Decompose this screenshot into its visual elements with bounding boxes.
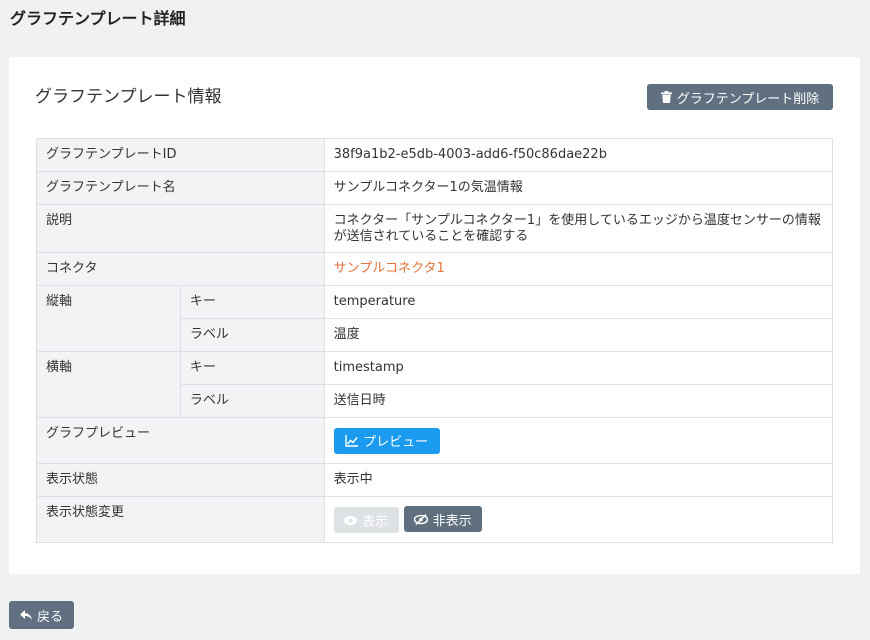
row-value-connector: サンプルコネクタ1 — [323, 252, 834, 286]
table-row-description: 説明 コネクター「サンプルコネクター1」を使用しているエッジから温度センサーの情… — [36, 204, 834, 253]
hide-button[interactable]: 非表示 — [403, 506, 482, 532]
table-row-preview: グラフプレビュー プレビュー — [36, 417, 834, 464]
table-row-name: グラフテンプレート名 サンプルコネクター1の気温情報 — [36, 171, 834, 205]
row-value-id: 38f9a1b2-e5db-4003-add6-f50c86dae22b — [323, 138, 834, 172]
row-sublabel-x-axis-key: キー — [179, 351, 325, 385]
page-title: グラフテンプレート詳細 — [10, 9, 186, 28]
row-value-y-axis-label: 温度 — [323, 318, 834, 352]
row-value-description: コネクター「サンプルコネクター1」を使用しているエッジから温度センサーの情報が送… — [323, 204, 834, 253]
row-label-y-axis: 縦軸 — [36, 285, 181, 352]
row-label-connector: コネクタ — [36, 252, 325, 286]
row-sublabel-x-axis-label: ラベル — [179, 384, 325, 418]
table-row-status: 表示状態 表示中 — [36, 463, 834, 497]
row-sublabel-y-axis-key: キー — [179, 285, 325, 319]
row-label-status: 表示状態 — [36, 463, 325, 497]
row-label-name: グラフテンプレート名 — [36, 171, 325, 205]
row-value-x-axis-label: 送信日時 — [323, 384, 834, 418]
row-label-id: グラフテンプレートID — [36, 138, 325, 172]
back-button-label: 戻る — [36, 609, 63, 625]
template-detail-table: グラフテンプレートID 38f9a1b2-e5db-4003-add6-f50c… — [36, 138, 834, 543]
row-label-description: 説明 — [36, 204, 325, 253]
reply-arrow-icon — [19, 609, 32, 620]
template-info-card: グラフテンプレート情報 グラフテンプレート削除 グラフテンプレートID 38f9… — [9, 57, 860, 574]
table-row-id: グラフテンプレートID 38f9a1b2-e5db-4003-add6-f50c… — [36, 138, 834, 172]
preview-button[interactable]: プレビュー — [333, 427, 440, 454]
back-button[interactable]: 戻る — [9, 601, 74, 629]
line-chart-icon — [345, 434, 359, 447]
row-sublabel-y-axis-label: ラベル — [179, 318, 325, 352]
show-button[interactable]: 表示 — [333, 507, 399, 533]
connector-link[interactable]: サンプルコネクタ1 — [334, 261, 445, 276]
preview-button-label: プレビュー — [363, 435, 429, 450]
card-title: グラフテンプレート情報 — [35, 87, 222, 107]
table-row-x-axis-key: 横軸 キー timestamp — [36, 351, 834, 418]
row-label-preview: グラフプレビュー — [36, 417, 325, 464]
delete-template-label: グラフテンプレート削除 — [676, 91, 820, 107]
eye-icon — [344, 515, 358, 525]
row-value-status-change: 表示 非表示 — [323, 496, 834, 543]
delete-template-button[interactable]: グラフテンプレート削除 — [647, 84, 833, 110]
table-row-status-change: 表示状態変更 表示 非表示 — [36, 496, 834, 543]
row-value-y-axis-key: temperature — [323, 285, 834, 319]
row-label-x-axis: 横軸 — [36, 351, 181, 418]
hide-button-label: 非表示 — [432, 513, 472, 529]
table-row-connector: コネクタ サンプルコネクタ1 — [36, 252, 834, 286]
row-value-preview: プレビュー — [323, 417, 834, 464]
row-value-status: 表示中 — [323, 463, 834, 497]
row-label-status-change: 表示状態変更 — [36, 496, 325, 543]
table-row-y-axis-key: 縦軸 キー temperature — [36, 285, 834, 352]
eye-slash-icon — [413, 513, 428, 525]
trash-icon — [660, 91, 672, 103]
row-value-x-axis-key: timestamp — [323, 351, 834, 385]
row-value-name: サンプルコネクター1の気温情報 — [323, 171, 834, 205]
show-button-label: 表示 — [362, 514, 389, 530]
